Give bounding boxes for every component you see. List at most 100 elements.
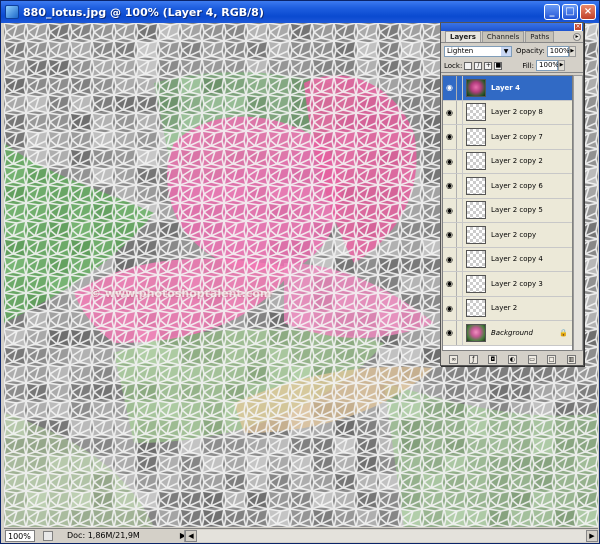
lock-fill-row: Lock: / + ■ Fill: 100% ▶ xyxy=(441,59,583,73)
opacity-slider-arrow-icon[interactable]: ▶ xyxy=(568,45,576,57)
layer-row[interactable]: ◉ Layer 2 copy 3 xyxy=(443,272,572,297)
eye-icon[interactable]: ◉ xyxy=(443,198,457,222)
blend-mode-value: Lighten xyxy=(447,46,474,55)
lock-icon: 🔒 xyxy=(559,329,568,337)
lock-position-move-icon[interactable]: + xyxy=(484,61,493,70)
layer-thumbnail xyxy=(466,152,486,171)
window-title: 880_lotus.jpg @ 100% (Layer 4, RGB/8) xyxy=(23,5,264,19)
layer-row[interactable]: ◉ Layer 2 copy xyxy=(443,223,572,248)
lock-all-icon[interactable]: ■ xyxy=(494,61,503,70)
photoshop-document-icon xyxy=(5,5,19,19)
palette-title-bar[interactable]: × xyxy=(441,23,583,31)
layer-name: Layer 2 copy 5 xyxy=(491,206,543,215)
link-slot[interactable] xyxy=(457,174,463,198)
eye-icon[interactable]: ◉ xyxy=(443,125,457,149)
layer-name: Layer 2 copy 3 xyxy=(491,279,543,288)
link-slot[interactable] xyxy=(457,198,463,222)
blend-opacity-row: Lighten ▼ Opacity: 100% ▶ xyxy=(441,43,583,59)
doc-size-info: Doc: 1,86M/21,9M xyxy=(67,531,140,540)
eye-icon[interactable]: ◉ xyxy=(443,149,457,173)
layer-thumbnail xyxy=(466,78,486,97)
layer-row[interactable]: ◉ Layer 2 copy 8 xyxy=(443,100,572,125)
layer-name: Layer 2 copy 7 xyxy=(491,132,543,141)
layer-row[interactable]: ◉ Layer 2 xyxy=(443,296,572,321)
link-slot[interactable] xyxy=(457,125,463,149)
blend-mode-select[interactable]: Lighten ▼ xyxy=(444,45,512,57)
fill-field[interactable]: 100% xyxy=(536,60,559,71)
lock-transparency-icon[interactable] xyxy=(464,61,473,70)
layer-mask-icon[interactable]: ◘ xyxy=(488,354,498,364)
chevron-down-icon[interactable]: ▼ xyxy=(501,46,511,56)
link-slot[interactable] xyxy=(457,100,463,124)
eye-icon[interactable]: ◉ xyxy=(443,272,457,296)
title-bar[interactable]: 880_lotus.jpg @ 100% (Layer 4, RGB/8) _ … xyxy=(1,1,599,23)
layer-name: Background xyxy=(491,328,533,337)
link-slot[interactable] xyxy=(457,223,463,247)
layer-row[interactable]: ◉ Layer 2 copy 7 xyxy=(443,125,572,150)
layer-thumbnail xyxy=(466,323,486,342)
layer-row[interactable]: ◉ Layer 2 copy 4 xyxy=(443,247,572,272)
layer-thumbnail xyxy=(466,225,486,244)
palette-toolbar: ∞ ƒ ◘ ◐ ▭ □ ▥ xyxy=(442,353,583,365)
layer-thumbnail xyxy=(466,299,486,318)
maximize-button[interactable]: □ xyxy=(562,4,578,20)
fill-slider-arrow-icon[interactable]: ▶ xyxy=(558,60,566,71)
eye-icon[interactable]: ◉ xyxy=(443,100,457,124)
opacity-field[interactable]: 100% xyxy=(546,45,570,57)
document-status-icon[interactable] xyxy=(43,530,53,541)
link-slot[interactable] xyxy=(457,321,463,345)
close-button[interactable]: × xyxy=(580,4,596,20)
fill-label: Fill: xyxy=(522,61,535,70)
layer-name: Layer 4 xyxy=(491,83,521,92)
layer-row-background[interactable]: ◉ Background 🔒 xyxy=(443,321,572,346)
eye-icon[interactable]: ◉ xyxy=(443,76,457,100)
layer-thumbnail xyxy=(466,201,486,220)
eye-icon[interactable]: ◉ xyxy=(443,321,457,345)
layer-name: Layer 2 copy 8 xyxy=(491,108,543,117)
scroll-right-icon[interactable]: ▶ xyxy=(586,530,598,542)
link-slot[interactable] xyxy=(457,76,463,100)
layer-row[interactable]: ◉ Layer 4 xyxy=(443,76,572,101)
trash-icon[interactable]: ▥ xyxy=(566,354,576,364)
layers-palette: × Layers Channels Paths ▸ Lighten ▼ Opac… xyxy=(440,22,584,366)
adjustment-layer-icon[interactable]: ◐ xyxy=(507,354,517,364)
layer-name: Layer 2 copy 6 xyxy=(491,181,543,190)
eye-icon[interactable]: ◉ xyxy=(443,223,457,247)
eye-icon[interactable]: ◉ xyxy=(443,247,457,271)
lock-label: Lock: xyxy=(444,61,463,70)
tab-layers[interactable]: Layers xyxy=(445,31,481,42)
window-controls: _ □ × xyxy=(544,4,596,20)
horizontal-scrollbar[interactable]: ◀ ▶ xyxy=(184,530,598,542)
link-slot[interactable] xyxy=(457,272,463,296)
layer-name: Layer 2 copy xyxy=(491,230,537,239)
palette-menu-icon[interactable]: ▸ xyxy=(573,33,581,41)
layer-row[interactable]: ◉ Layer 2 copy 5 xyxy=(443,198,572,223)
minimize-button[interactable]: _ xyxy=(544,4,560,20)
layer-thumbnail xyxy=(466,274,486,293)
link-slot[interactable] xyxy=(457,296,463,320)
scroll-left-icon[interactable]: ◀ xyxy=(185,530,197,542)
layer-row[interactable]: ◉ Layer 2 copy 6 xyxy=(443,174,572,199)
new-layer-icon[interactable]: □ xyxy=(547,354,557,364)
layer-thumbnail xyxy=(466,176,486,195)
eye-icon[interactable]: ◉ xyxy=(443,174,457,198)
lock-image-brush-icon[interactable]: / xyxy=(474,61,483,70)
new-group-icon[interactable]: ▭ xyxy=(527,354,537,364)
layer-name: Layer 2 xyxy=(491,304,518,313)
palette-close-icon[interactable]: × xyxy=(574,23,582,31)
opacity-label: Opacity: xyxy=(516,47,545,55)
layer-style-icon[interactable]: ƒ xyxy=(468,354,478,364)
layer-name: Layer 2 copy 4 xyxy=(491,255,543,264)
zoom-field[interactable]: 100% xyxy=(5,529,35,542)
palette-tabs: Layers Channels Paths ▸ xyxy=(441,31,583,43)
layer-row[interactable]: ◉ Layer 2 copy 2 xyxy=(443,149,572,174)
tab-paths[interactable]: Paths xyxy=(525,31,555,42)
layer-thumbnail xyxy=(466,103,486,122)
layers-vertical-scrollbar[interactable] xyxy=(573,75,583,351)
link-slot[interactable] xyxy=(457,149,463,173)
eye-icon[interactable]: ◉ xyxy=(443,296,457,320)
link-layers-icon[interactable]: ∞ xyxy=(449,354,459,364)
link-slot[interactable] xyxy=(457,247,463,271)
layer-thumbnail xyxy=(466,250,486,269)
tab-channels[interactable]: Channels xyxy=(481,31,525,42)
